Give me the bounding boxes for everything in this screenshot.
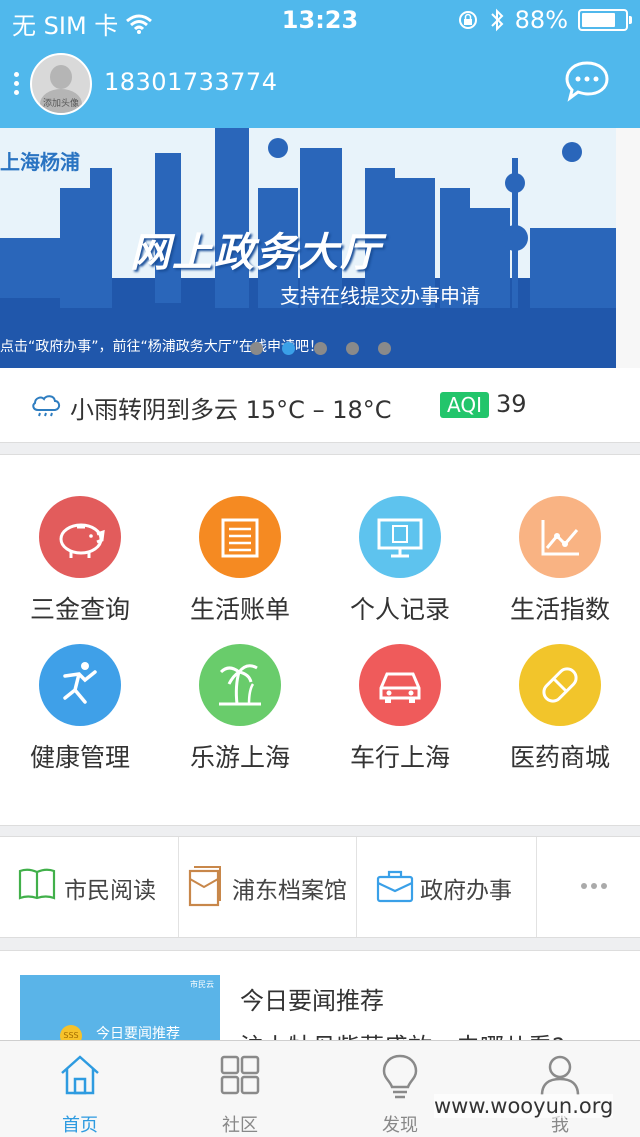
menu-dots-icon[interactable] — [14, 72, 20, 99]
banner-next-slide-peek — [616, 128, 640, 368]
service-icon-bg — [39, 496, 121, 578]
watermark: www.wooyun.org — [434, 1094, 614, 1118]
weather-description: 小雨转阴到多云 — [70, 396, 238, 424]
quick-link-label: 政府办事 — [420, 878, 512, 904]
more-icon[interactable] — [581, 883, 607, 889]
car-icon — [379, 672, 421, 703]
carousel-dot[interactable] — [282, 342, 295, 355]
avatar[interactable]: 添加头像 — [30, 53, 92, 115]
service-label: 医药商城 — [509, 743, 610, 772]
promo-banner[interactable]: 上海杨浦 网上政务大厅 支持在线提交办事申请 点击“政府办事”，前往“杨浦政务大… — [0, 128, 640, 368]
bottom-tab-bar: 首页 社区 发现 我 — [0, 1040, 640, 1137]
temp-low: 15°C — [245, 396, 305, 424]
battery-icon — [578, 9, 632, 31]
service-item-car[interactable]: 车行上海 — [320, 644, 480, 792]
rotation-lock-icon — [458, 11, 477, 29]
service-item-sanjin[interactable]: 三金查询 — [0, 496, 160, 644]
aqi-badge: AQI — [440, 392, 489, 418]
bluetooth-icon — [490, 8, 504, 32]
book-icon — [18, 868, 56, 900]
quick-link-archive[interactable]: 浦东档案馆 — [178, 837, 357, 937]
service-item-index[interactable]: 生活指数 — [480, 496, 640, 644]
service-label: 车行上海 — [349, 743, 450, 772]
service-icon-bg — [199, 644, 281, 726]
quick-link-gov[interactable]: 政府办事 — [356, 837, 537, 937]
pill-icon — [542, 667, 578, 703]
weather-text: 小雨转阴到多云 15°C – 18°C — [70, 390, 392, 425]
tab-label: 社区 — [222, 1115, 258, 1136]
archive-icon — [188, 866, 221, 907]
tab-community[interactable]: 社区 — [160, 1041, 320, 1137]
banner-title: 网上政务大厅 — [130, 230, 382, 276]
weather-bar[interactable]: 小雨转阴到多云 15°C – 18°C AQI 39 — [0, 368, 640, 443]
line-chart-icon — [541, 520, 579, 556]
carousel-dot[interactable] — [378, 342, 391, 355]
carousel-dot[interactable] — [346, 342, 359, 355]
news-card[interactable]: 市民云 SSS 今日要闻推荐 今日要闻推荐 沪上牡丹紫藤盛放，去哪儿看? — [0, 950, 640, 1051]
service-grid: 三金查询 生活账单 个人记录 生活指数 健康管理 乐游上海 车行上海 医药商城 — [0, 454, 640, 826]
service-label: 个人记录 — [349, 595, 450, 624]
tab-discover[interactable]: 发现 — [320, 1041, 480, 1137]
service-label: 三金查询 — [29, 595, 130, 624]
service-item-health[interactable]: 健康管理 — [0, 644, 160, 792]
quick-link-reading[interactable]: 市民阅读 — [0, 837, 179, 937]
carousel-dot[interactable] — [250, 342, 263, 355]
service-icon-bg — [519, 644, 601, 726]
banner-slide[interactable]: 上海杨浦 网上政务大厅 支持在线提交办事申请 点击“政府办事”，前往“杨浦政务大… — [0, 128, 616, 368]
quick-link-label: 市民阅读 — [64, 878, 156, 904]
tab-me[interactable]: 我 — [480, 1041, 640, 1137]
service-item-record[interactable]: 个人记录 — [320, 496, 480, 644]
thumb-brand: 市民云 — [190, 980, 214, 989]
home-icon — [61, 1055, 99, 1095]
avatar-caption: 添加头像 — [42, 99, 79, 109]
service-item-travel[interactable]: 乐游上海 — [160, 644, 320, 792]
service-label: 健康管理 — [29, 743, 130, 772]
tab-home[interactable]: 首页 — [0, 1041, 160, 1137]
service-label: 乐游上海 — [189, 743, 290, 772]
quick-links: 市民阅读 浦东档案馆 政府办事 — [0, 836, 640, 938]
aqi-value: 39 — [496, 390, 527, 418]
piggy-bank-icon — [59, 523, 105, 558]
monitor-record-icon — [377, 518, 423, 558]
running-person-icon — [63, 662, 97, 704]
service-item-bill[interactable]: 生活账单 — [160, 496, 320, 644]
news-title: 今日要闻推荐 — [240, 987, 384, 1015]
briefcase-icon — [376, 870, 414, 903]
carousel-dots[interactable] — [250, 342, 391, 355]
temp-high: 18°C — [332, 396, 392, 424]
temp-dash: – — [312, 396, 325, 424]
cloud-rain-icon — [32, 395, 61, 417]
service-icon-bg — [359, 644, 441, 726]
chat-bubble-icon[interactable] — [564, 60, 610, 102]
avatar-head — [50, 65, 72, 89]
person-icon — [540, 1055, 580, 1096]
status-right: 88% — [457, 6, 632, 34]
banner-subtitle: 支持在线提交办事申请 — [280, 284, 480, 308]
battery-percent: 88% — [514, 6, 568, 34]
top-bar: 无 SIM 卡 13:23 88% 添加头像 18301733774 — [0, 0, 640, 128]
service-label: 生活指数 — [509, 595, 610, 624]
service-icon-bg — [199, 496, 281, 578]
app-header: 添加头像 18301733774 — [0, 44, 640, 128]
bill-icon — [221, 518, 259, 558]
service-icon-bg — [519, 496, 601, 578]
battery-fill — [582, 13, 615, 27]
quick-link-label: 浦东档案馆 — [232, 878, 347, 904]
service-icon-bg — [39, 644, 121, 726]
service-icon-bg — [359, 496, 441, 578]
banner-tag: 上海杨浦 — [0, 150, 80, 174]
service-label: 生活账单 — [189, 595, 290, 624]
service-item-pharmacy[interactable]: 医药商城 — [480, 644, 640, 792]
user-phone: 18301733774 — [104, 68, 278, 96]
grid-icon — [220, 1055, 260, 1095]
carousel-dot[interactable] — [314, 342, 327, 355]
lightbulb-icon — [382, 1054, 418, 1099]
palm-tree-icon — [219, 664, 261, 706]
status-bar: 无 SIM 卡 13:23 88% — [0, 0, 640, 40]
tab-label: 首页 — [62, 1115, 98, 1136]
